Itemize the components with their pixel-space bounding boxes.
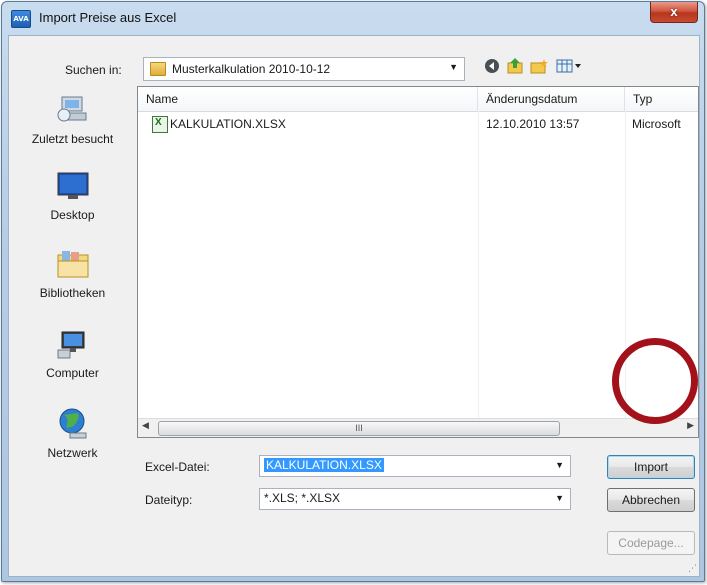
scroll-right-icon[interactable]: ▶ [687,420,694,431]
cancel-button[interactable]: Abbrechen [607,488,695,512]
desktop-icon [15,171,130,204]
resize-grip-icon[interactable]: ⋰ [688,563,697,574]
folder-icon [150,62,166,76]
file-type-select[interactable]: *.XLS; *.XLSX ▼ [259,488,571,510]
libraries-icon [15,249,130,282]
file-type-label: Dateityp: [145,493,193,507]
chevron-down-icon[interactable]: ▼ [555,493,564,503]
new-folder-icon[interactable] [530,58,548,76]
column-header-date[interactable]: Änderungsdatum [478,87,625,111]
view-menu-icon[interactable] [555,58,583,76]
place-label: Bibliotheken [39,286,106,300]
import-dialog: AVA Import Preise aus Excel x Suchen in:… [1,1,705,582]
column-header-name[interactable]: Name [138,87,478,111]
file-name-selection: KALKULATION.XLSX [264,458,384,472]
lookin-combo[interactable]: Musterkalkulation 2010-10-12 ▼ [143,57,465,81]
horizontal-scrollbar[interactable]: ◀ III ▶ [138,418,698,437]
file-type-value: *.XLS; *.XLSX [264,491,341,505]
excel-file-icon [152,116,168,133]
title-bar[interactable]: AVA Import Preise aus Excel x [2,2,704,34]
dialog-body: Suchen in: Musterkalkulation 2010-10-12 … [8,35,700,577]
place-label: Zuletzt besucht [31,132,114,146]
chevron-down-icon: ▼ [449,62,458,72]
codepage-button[interactable]: Codepage... [607,531,695,555]
window-title: Import Preise aus Excel [39,10,177,25]
place-label: Desktop [50,208,95,222]
place-network[interactable]: Netzwerk [15,407,130,460]
back-icon[interactable] [483,58,501,76]
place-recent[interactable]: Zuletzt besucht [15,91,130,146]
app-icon: AVA [11,10,31,28]
computer-icon [15,329,130,362]
lookin-value: Musterkalkulation 2010-10-12 [172,62,331,76]
file-name-value: KALKULATION.XLSX [264,458,384,472]
place-label: Computer [46,366,99,380]
column-divider [478,111,479,419]
place-computer[interactable]: Computer [15,329,130,380]
places-bar: Zuletzt besucht Desktop Bibliotheken Com… [15,91,130,571]
close-button[interactable]: x [650,2,698,23]
recent-places-icon [15,91,130,128]
scrollbar-thumb[interactable]: III [158,421,560,436]
lookin-label: Suchen in: [65,63,122,77]
up-folder-icon[interactable] [506,58,524,76]
file-name-label: Excel-Datei: [145,460,210,474]
scroll-left-icon[interactable]: ◀ [142,420,149,431]
network-icon [15,407,130,442]
file-name-input[interactable]: KALKULATION.XLSX ▼ [259,455,571,477]
file-row[interactable]: KALKULATION.XLSX 12.10.2010 13:57 Micros… [138,115,698,135]
import-button[interactable]: Import [607,455,695,479]
column-header-type[interactable]: Typ [625,87,698,111]
chevron-down-icon[interactable]: ▼ [555,460,564,470]
file-name: KALKULATION.XLSX [170,117,286,131]
file-date: 12.10.2010 13:57 [486,117,580,131]
file-type: Microsoft [632,117,681,131]
place-desktop[interactable]: Desktop [15,171,130,222]
annotation-circle [612,338,698,424]
place-libraries[interactable]: Bibliotheken [15,249,130,300]
place-label: Netzwerk [47,446,98,460]
